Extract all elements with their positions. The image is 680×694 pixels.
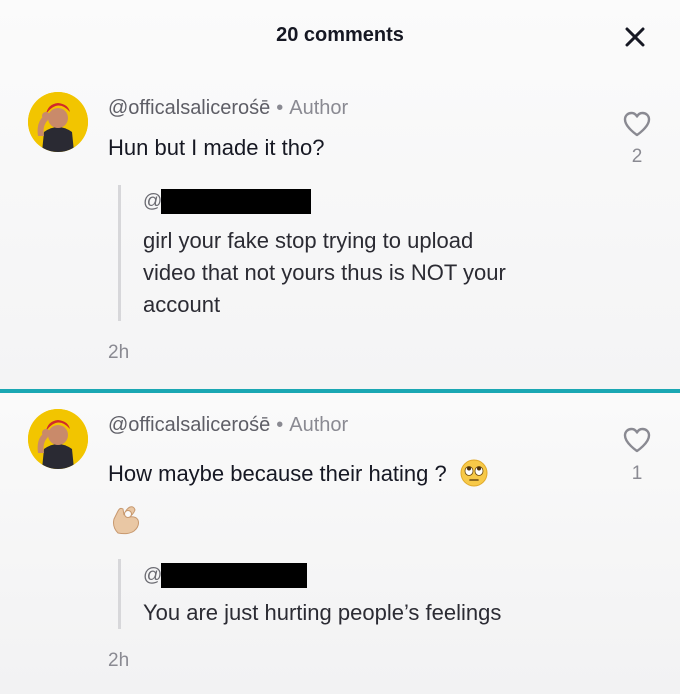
author-badge: Author xyxy=(289,414,349,436)
redacted-username xyxy=(161,563,307,588)
quote-line: You are just hurting people’s feelings xyxy=(143,600,502,625)
comment-timestamp: 2h xyxy=(108,342,130,363)
username-separator: • xyxy=(276,97,284,119)
username-text[interactable]: @officalsalicerośē xyxy=(108,414,270,436)
heart-outline-icon[interactable] xyxy=(622,426,652,454)
comment-username[interactable]: @officalsalicerośē • Author xyxy=(108,97,348,120)
close-icon[interactable] xyxy=(620,22,650,52)
heart-outline-icon[interactable] xyxy=(622,110,652,138)
author-badge: Author xyxy=(289,97,349,119)
like-count: 2 xyxy=(631,146,643,167)
comment-panel-bottom: @officalsalicerośē • Author How maybe beca… xyxy=(0,393,680,694)
quote-text: You are just hurting people’s feelings xyxy=(143,597,623,629)
quote-text: girl your fake stop trying to upload vid… xyxy=(143,225,623,321)
quoted-reply: @ You are just hurting people’s feelings xyxy=(118,559,501,629)
quoted-reply: @ girl your fake stop trying to upload v… xyxy=(118,185,506,321)
quote-line: video that not yours thus is NOT your xyxy=(143,260,506,285)
quote-mention-at: @ xyxy=(143,191,163,212)
username-text[interactable]: @officalsalicerośē xyxy=(108,97,270,119)
comment-panel-top: 20 comments @officalsalicerośē • Author Hu… xyxy=(0,0,680,389)
avatar[interactable] xyxy=(28,92,88,152)
quote-line: account xyxy=(143,292,221,317)
comment-text-content: How maybe because their hating ? xyxy=(108,461,447,486)
comments-count-title: 20 comments xyxy=(276,24,404,46)
comment-text: Hun but I made it tho? xyxy=(108,135,325,160)
like-count: 1 xyxy=(631,463,643,484)
quote-line: girl your fake stop trying to upload xyxy=(143,228,474,253)
rolling-eyes-emoji xyxy=(460,459,488,487)
redacted-username xyxy=(161,189,311,214)
comment-username[interactable]: @officalsalicerośē • Author xyxy=(108,414,348,437)
comment-text: How maybe because their hating ? xyxy=(108,459,489,488)
quote-mention-at: @ xyxy=(143,565,163,586)
avatar[interactable] xyxy=(28,409,88,469)
ok-hand-emoji xyxy=(113,506,139,535)
comment-timestamp: 2h xyxy=(108,650,130,671)
username-separator: • xyxy=(276,414,284,436)
